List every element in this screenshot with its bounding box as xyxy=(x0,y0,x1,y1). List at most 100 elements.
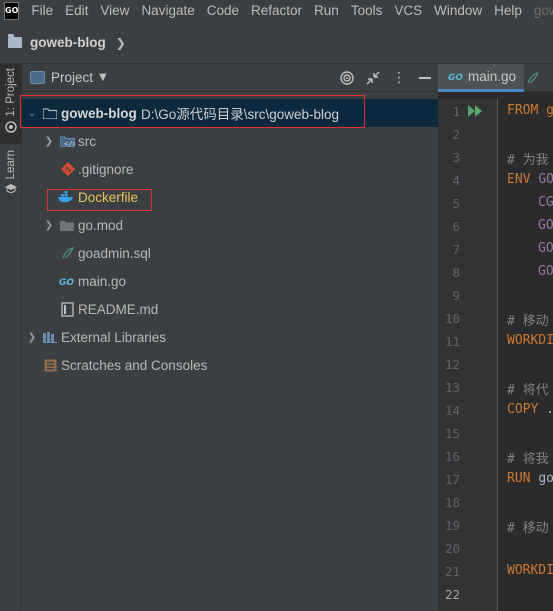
learn-tool-tab[interactable]: Learn xyxy=(0,150,22,206)
gomod-file-icon xyxy=(59,217,75,233)
tree-item-gitignore[interactable]: .gitignore xyxy=(22,155,438,183)
collapse-all-icon[interactable] xyxy=(360,64,386,92)
code-line-4: ENV GO xyxy=(507,172,553,187)
chevron-right-icon[interactable]: ❯ xyxy=(43,211,55,239)
tree-item-label: External Libraries xyxy=(61,329,167,345)
chevron-right-icon[interactable]: ❯ xyxy=(26,323,38,351)
project-view-selector[interactable]: Project xyxy=(51,70,93,85)
code-line-1: FROM g xyxy=(507,103,553,118)
left-tool-strip: 1: Project Learn xyxy=(0,64,22,611)
chevron-right-icon[interactable]: ❯ xyxy=(43,127,55,155)
menu-edit[interactable]: Edit xyxy=(59,0,94,22)
go-file-icon: GO xyxy=(59,273,75,289)
tree-item-src[interactable]: ❯ </> src xyxy=(22,127,438,155)
line-number: 1 xyxy=(452,104,460,119)
menu-file[interactable]: File xyxy=(25,0,59,22)
module-folder-icon xyxy=(42,105,58,121)
line-number: 9 xyxy=(452,288,460,303)
tree-item-label: go.mod xyxy=(78,217,124,233)
tree-root-goweb-blog[interactable]: ⌄ goweb-blog D:\Go源代码目录\src\goweb-blog xyxy=(22,99,438,127)
line-number: 16 xyxy=(444,449,460,464)
code-line-3: # 为我 xyxy=(507,153,549,168)
tree-item-label: main.go xyxy=(78,273,127,289)
menu-tools[interactable]: Tools xyxy=(345,0,389,22)
tree-item-main-go[interactable]: GO main.go xyxy=(22,267,438,295)
line-number: 12 xyxy=(444,357,460,372)
window-title: gowe xyxy=(533,3,553,18)
tree-item-scratches[interactable]: Scratches and Consoles xyxy=(22,351,438,379)
sql-file-icon xyxy=(60,245,76,261)
line-number: 13 xyxy=(444,380,460,395)
line-number: 8 xyxy=(452,265,460,280)
menu-code[interactable]: Code xyxy=(201,0,245,22)
menu-view[interactable]: View xyxy=(94,0,135,22)
docker-icon xyxy=(58,189,74,205)
library-icon xyxy=(42,329,58,345)
editor-tab-label: main.go xyxy=(468,68,517,84)
run-icon[interactable] xyxy=(468,105,484,117)
chevron-down-icon[interactable]: ⌄ xyxy=(26,99,38,127)
project-tool-tab[interactable]: 1: Project xyxy=(0,64,22,144)
sql-file-icon[interactable] xyxy=(526,71,539,85)
code-line-10: # 移动 xyxy=(507,314,549,329)
code-line-19: # 移动 xyxy=(507,521,549,536)
line-number: 17 xyxy=(444,472,460,487)
menu-refactor[interactable]: Refactor xyxy=(245,0,308,22)
source-folder-icon: </> xyxy=(59,133,75,149)
markdown-file-icon xyxy=(59,301,75,317)
code-token: GO xyxy=(538,172,553,187)
locate-file-icon[interactable] xyxy=(334,64,360,92)
git-file-icon xyxy=(60,161,76,177)
menu-help[interactable]: Help xyxy=(488,0,528,22)
code-line-7: GO xyxy=(538,241,553,256)
graduation-cap-icon xyxy=(5,184,17,194)
code-token: . xyxy=(546,402,553,417)
more-options-icon[interactable]: ⋮ xyxy=(386,64,412,92)
code-line-13: # 将代 xyxy=(507,383,549,398)
project-view-icon xyxy=(30,71,45,84)
menu-bar: GO File Edit View Navigate Code Refactor… xyxy=(0,0,553,22)
editor-tab-bar: GO main.go xyxy=(438,63,553,92)
code-line-17: RUN go xyxy=(507,471,553,486)
tree-item-external-libraries[interactable]: ❯ External Libraries xyxy=(22,323,438,351)
hide-panel-icon[interactable] xyxy=(412,64,438,92)
line-number: 4 xyxy=(452,173,460,188)
scratches-icon xyxy=(42,357,58,373)
project-tool-tab-label: 1: Project xyxy=(5,68,17,117)
line-number: 5 xyxy=(452,196,460,211)
folder-icon xyxy=(8,34,22,48)
menu-window[interactable]: Window xyxy=(428,0,488,22)
editor-gutter: 1 2 3 4 5 6 7 8 9 10 11 12 13 14 15 16 17 18 19 20 21 22 xyxy=(438,99,498,611)
svg-text:GO: GO xyxy=(448,73,463,81)
tree-item-label: .gitignore xyxy=(78,161,134,177)
tree-item-readme[interactable]: README.md xyxy=(22,295,438,323)
line-number: 21 xyxy=(444,564,460,579)
root-folder-name: goweb-blog xyxy=(61,105,137,121)
line-number: 7 xyxy=(452,242,460,257)
editor-tab-main-go[interactable]: GO main.go xyxy=(438,63,525,92)
code-line-5: CG xyxy=(538,195,553,210)
tree-item-goadmin-sql[interactable]: goadmin.sql xyxy=(22,239,438,267)
line-number: 6 xyxy=(452,219,460,234)
project-tree: ⌄ goweb-blog D:\Go源代码目录\src\goweb-blog ❯… xyxy=(22,99,438,379)
tree-item-label: Dockerfile xyxy=(78,189,139,205)
tree-item-gomod[interactable]: ❯ go.mod xyxy=(22,211,438,239)
goland-logo-icon: GO xyxy=(4,2,20,20)
breadcrumb-project[interactable]: goweb-blog xyxy=(30,35,106,50)
tree-item-label: src xyxy=(78,133,96,149)
code-editor[interactable]: FROM g # 为我 ENV GO CG GO GO GO # 移动 WORK… xyxy=(498,99,553,611)
line-number: 14 xyxy=(444,403,460,418)
learn-tool-tab-label: Learn xyxy=(5,150,17,180)
line-number: 20 xyxy=(444,541,460,556)
code-line-21: WORKDI xyxy=(507,563,553,578)
tree-item-dockerfile[interactable]: Dockerfile xyxy=(22,183,438,211)
menu-run[interactable]: Run xyxy=(308,0,345,22)
menu-vcs[interactable]: VCS xyxy=(388,0,428,22)
go-file-icon: GO xyxy=(448,73,463,81)
menu-navigate[interactable]: Navigate xyxy=(135,0,200,22)
project-panel-header: Project ▼ ⋮ xyxy=(22,64,438,92)
line-number: 11 xyxy=(444,334,460,349)
tree-item-label: README.md xyxy=(78,301,159,317)
chevron-down-icon[interactable]: ▼ xyxy=(99,72,107,83)
code-line-8: GO xyxy=(538,264,553,279)
